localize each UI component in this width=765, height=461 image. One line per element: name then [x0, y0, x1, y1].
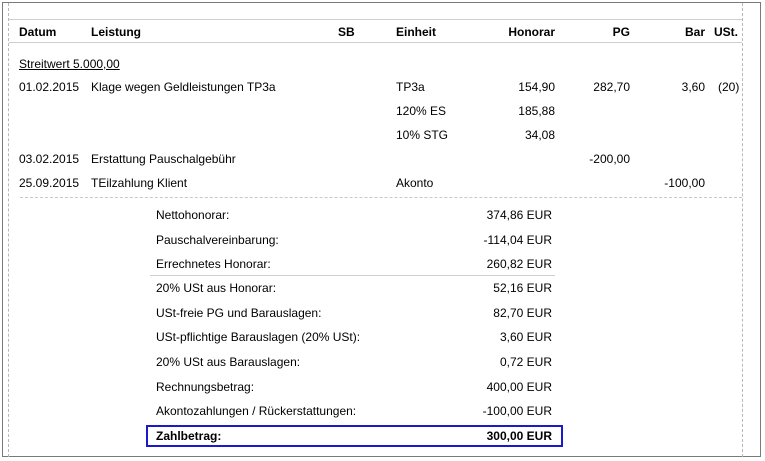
summary-value: 374,86 EUR [486, 208, 552, 222]
row-bar: -100,00 [664, 176, 705, 190]
summary-value: 52,16 EUR [493, 281, 552, 295]
row-pg: -200,00 [589, 152, 630, 166]
summary-label: Akontozahlungen / Rückerstattungen: [156, 404, 357, 418]
row-einheit: 10% STG [396, 128, 449, 142]
row-leistung: Klage wegen Geldleistungen TP3a [91, 80, 276, 94]
summary-value: -100,00 EUR [482, 404, 552, 418]
summary-value: -114,04 EUR [483, 233, 552, 247]
summary-separator [20, 197, 742, 198]
summary-value: 260,82 EUR [486, 257, 552, 271]
row-einheit: TP3a [396, 80, 425, 94]
col-header-bar: Bar [684, 25, 705, 39]
summary-label: 20% USt aus Barauslagen: [156, 355, 301, 369]
col-header-datum: Datum [19, 25, 57, 39]
zahlbetrag-label: Zahlbetrag: [156, 429, 222, 443]
col-header-ust: USt. [714, 25, 738, 39]
summary-label: Errechnetes Honorar: [156, 257, 271, 271]
row-leistung: Erstattung Pauschalgebühr [91, 152, 236, 166]
top-rule [9, 19, 742, 20]
right-margin-guide [742, 3, 743, 457]
header-rule [9, 42, 742, 43]
summary-label: Pauschalvereinbarung: [156, 233, 279, 247]
row-honorar: 34,08 [524, 128, 555, 142]
zahlbetrag-value: 300,00 EUR [486, 429, 552, 443]
summary-label: USt-freie PG und Barauslagen: [156, 306, 322, 320]
summary-value: 400,00 EUR [486, 380, 552, 394]
row-datum: 25.09.2015 [19, 176, 80, 190]
summary-label: Nettohonorar: [156, 208, 230, 222]
col-header-leistung: Leistung [91, 25, 141, 39]
streitwert-label: Streitwert 5.000,00 [19, 57, 120, 71]
row-honorar: 154,90 [518, 80, 555, 94]
summary-label: Rechnungsbetrag: [156, 380, 255, 394]
col-header-honorar: Honorar [508, 25, 555, 39]
row-honorar: 185,88 [518, 104, 555, 118]
summary-value: 0,72 EUR [499, 355, 552, 369]
row-datum: 03.02.2015 [19, 152, 80, 166]
col-header-pg: PG [612, 25, 630, 39]
summary-value: 82,70 EUR [493, 306, 552, 320]
row-pg: 282,70 [593, 80, 630, 94]
row-einheit: Akonto [396, 176, 434, 190]
row-leistung: TEilzahlung Klient [91, 176, 188, 190]
summary-label: 20% USt aus Honorar: [156, 281, 277, 295]
left-margin-guide [8, 3, 9, 457]
summary-subtotal-rule [150, 275, 555, 276]
row-ust: (20) [718, 80, 740, 94]
summary-value: 3,60 EUR [499, 330, 552, 344]
col-header-einheit: Einheit [396, 25, 437, 39]
col-header-sb: SB [338, 25, 355, 39]
row-bar: 3,60 [681, 80, 705, 94]
summary-label: USt-pflichtige Barauslagen (20% USt): [156, 330, 361, 344]
row-datum: 01.02.2015 [19, 80, 80, 94]
row-einheit: 120% ES [396, 104, 447, 118]
